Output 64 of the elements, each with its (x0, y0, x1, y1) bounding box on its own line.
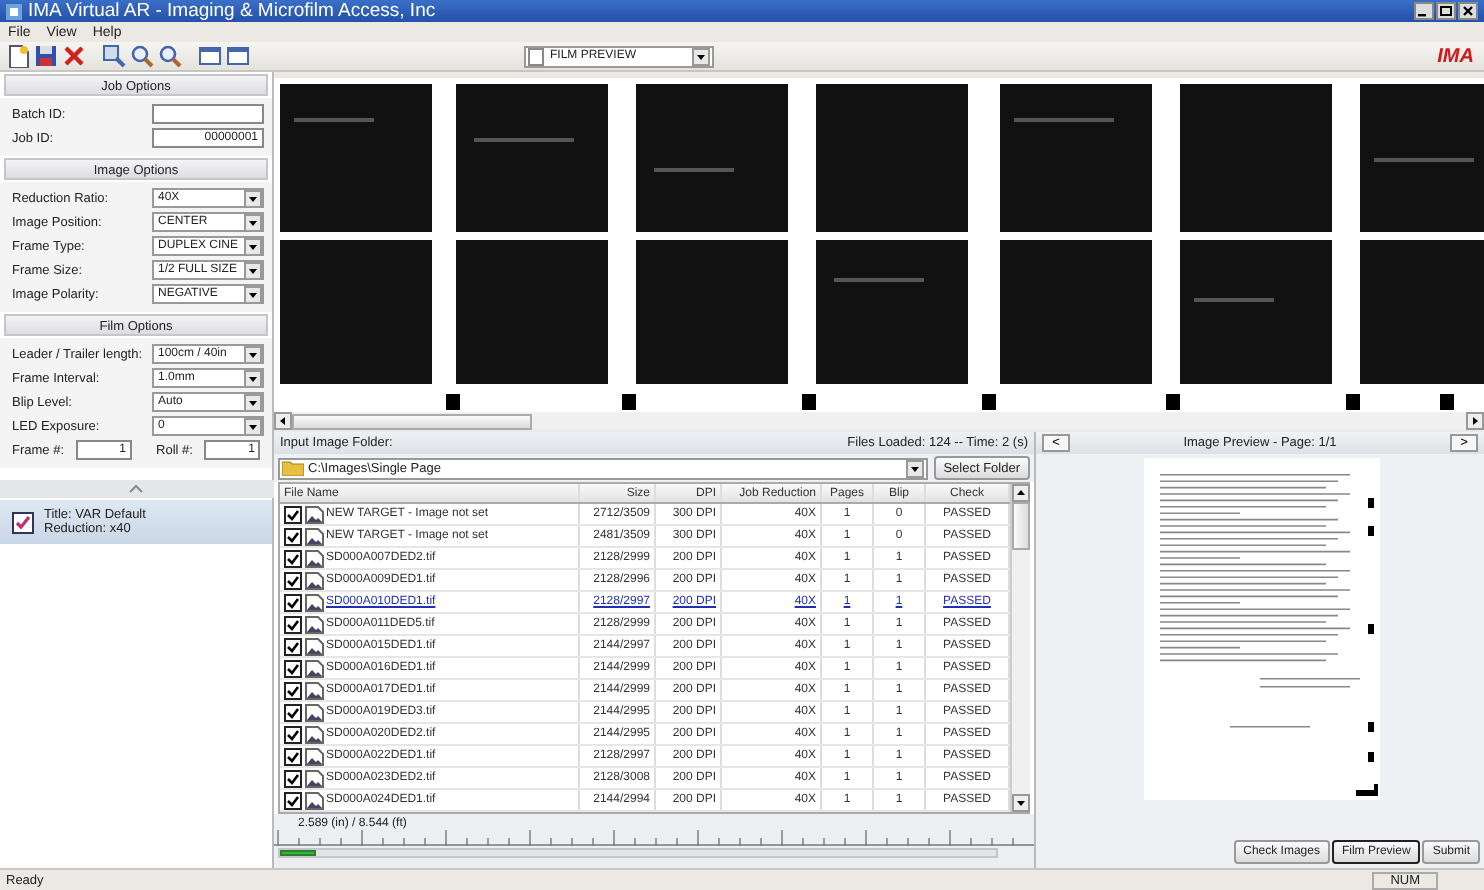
checkbox[interactable] (284, 659, 302, 677)
arrow-up-icon[interactable] (1012, 484, 1030, 502)
caret-icon (692, 47, 710, 65)
image-file-icon (304, 659, 324, 677)
app-icon (6, 3, 22, 19)
caret-icon (905, 459, 924, 477)
document-icon[interactable] (6, 44, 30, 68)
scrollbar[interactable] (1010, 484, 1030, 812)
caret-icon (244, 285, 262, 303)
checkbox[interactable] (284, 769, 302, 787)
minimize-icon[interactable] (1414, 2, 1434, 20)
delete-icon[interactable] (62, 44, 86, 68)
window-icon[interactable] (226, 44, 250, 68)
zoom-window-icon[interactable] (102, 44, 126, 68)
checkbox[interactable] (284, 527, 302, 545)
arrow-right-icon[interactable] (1466, 412, 1484, 430)
checkbox[interactable] (284, 681, 302, 699)
checkbox[interactable] (284, 703, 302, 721)
close-icon[interactable] (1458, 2, 1478, 20)
image-file-icon (304, 637, 324, 655)
scroll-thumb[interactable] (292, 413, 532, 429)
caret-icon (244, 369, 262, 387)
checkbox[interactable] (284, 549, 302, 567)
input-field[interactable] (152, 104, 264, 124)
image-file-icon (304, 571, 324, 589)
checkbox[interactable] (284, 615, 302, 633)
caret-icon (244, 417, 262, 435)
page-icon (528, 47, 544, 65)
checkbox[interactable] (284, 747, 302, 765)
checkbox[interactable] (284, 725, 302, 743)
image-file-icon (304, 791, 324, 809)
image-file-icon (304, 549, 324, 567)
image-file-icon (304, 769, 324, 787)
image-file-icon (304, 505, 324, 523)
scroll-thumb[interactable] (1012, 502, 1030, 550)
maximize-icon[interactable] (1436, 2, 1456, 20)
checkbox[interactable] (284, 593, 302, 611)
folder-icon (282, 460, 304, 476)
image-file-icon (304, 725, 324, 743)
image-file-icon (304, 615, 324, 633)
image-file-icon (304, 703, 324, 721)
caret-icon (244, 345, 262, 363)
checkbox[interactable] (284, 791, 302, 809)
checkbox[interactable] (284, 505, 302, 523)
image-file-icon (304, 681, 324, 699)
caret-icon (244, 393, 262, 411)
checkbox[interactable] (12, 511, 34, 533)
window-title: IMA Virtual AR - Imaging & Microfilm Access, Inc (28, 0, 438, 22)
scrollbar[interactable] (274, 412, 1484, 430)
magnifier-icon[interactable] (158, 44, 182, 68)
arrow-left-icon[interactable] (274, 412, 292, 430)
window-icon[interactable] (198, 44, 222, 68)
caret-icon (244, 261, 262, 279)
image-file-icon (304, 747, 324, 765)
caret-icon (244, 213, 262, 231)
checkbox[interactable] (284, 637, 302, 655)
logo: IMA (1437, 45, 1476, 67)
checkbox[interactable] (284, 571, 302, 589)
image-file-icon (304, 527, 324, 545)
arrow-down-icon[interactable] (1012, 794, 1030, 812)
caret-icon (244, 237, 262, 255)
magnifier-icon[interactable] (130, 44, 154, 68)
image-file-icon (304, 593, 324, 611)
caret-icon (244, 189, 262, 207)
